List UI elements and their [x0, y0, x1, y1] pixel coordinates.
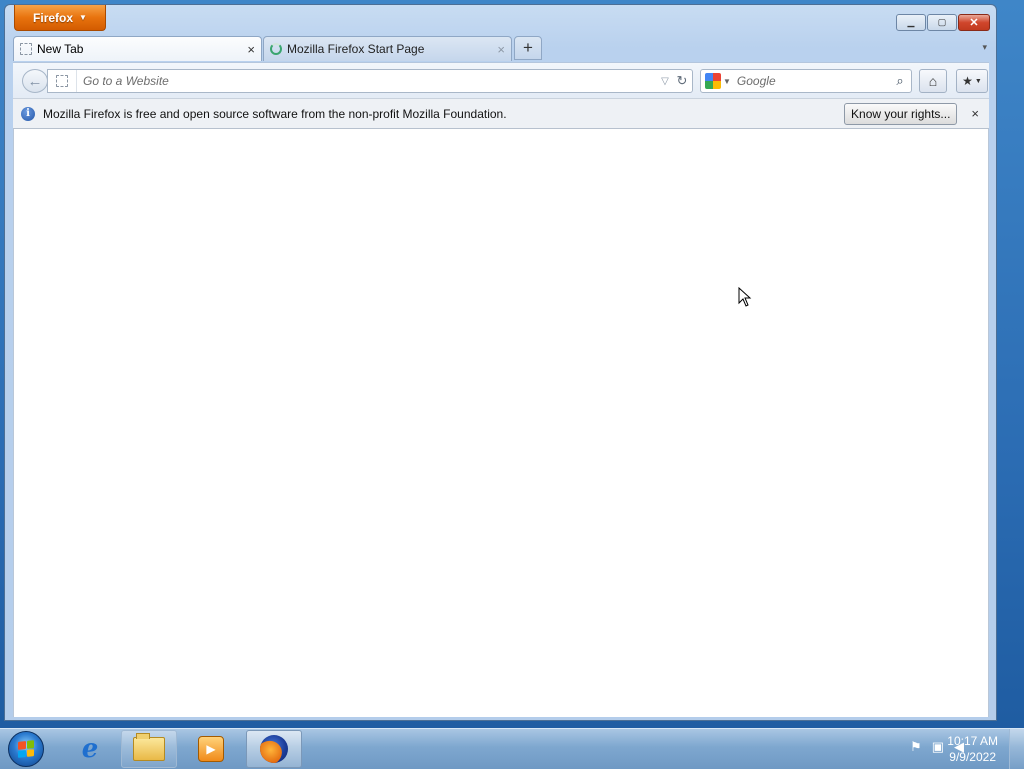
- window-controls: ▁ ▢ ✕: [896, 14, 990, 31]
- taskbar-firefox[interactable]: [246, 730, 302, 768]
- network-icon[interactable]: ▣: [932, 739, 944, 755]
- back-button[interactable]: ←: [22, 69, 48, 93]
- plus-icon: +: [523, 38, 533, 57]
- firefox-window: Firefox ▼ ▁ ▢ ✕ New Tab × Mozilla Firefo…: [4, 4, 997, 721]
- chevron-down-icon: ▼: [79, 13, 87, 22]
- chevron-down-icon: ▼: [974, 77, 982, 85]
- tab-close-icon[interactable]: ×: [497, 42, 505, 57]
- know-your-rights-label: Know your rights...: [851, 106, 951, 121]
- start-button[interactable]: [8, 731, 44, 767]
- taskbar-media-player[interactable]: ▶: [183, 730, 239, 768]
- search-input[interactable]: [734, 70, 889, 92]
- media-player-icon: ▶: [198, 736, 224, 762]
- internet-explorer-icon: e: [81, 734, 99, 764]
- search-icon[interactable]: ⌕: [889, 73, 911, 89]
- new-tab-button[interactable]: +: [514, 36, 542, 60]
- chevron-down-icon[interactable]: ▼: [723, 77, 731, 86]
- taskbar-windows-explorer[interactable]: [121, 730, 177, 768]
- search-bar[interactable]: ▼ ⌕: [700, 69, 912, 93]
- firefox-menu-label: Firefox: [33, 10, 74, 25]
- action-center-flag-icon[interactable]: ⚑: [910, 739, 922, 755]
- close-icon: ✕: [969, 17, 979, 29]
- clock-date: 9/9/2022: [949, 750, 996, 764]
- close-window-button[interactable]: ✕: [958, 14, 990, 31]
- firefox-icon: [260, 735, 288, 763]
- info-icon: i: [21, 106, 35, 121]
- page-content[interactable]: [13, 129, 989, 717]
- know-your-rights-button[interactable]: Know your rights...: [844, 102, 958, 125]
- url-bar[interactable]: ▽ ↻: [47, 69, 693, 93]
- maximize-button[interactable]: ▢: [927, 14, 957, 31]
- blank-page-icon: [56, 75, 68, 87]
- mouse-pointer-icon: [738, 287, 752, 307]
- bookmarks-button[interactable]: ★ ▼: [956, 69, 988, 93]
- minimize-button[interactable]: ▁: [896, 14, 926, 31]
- system-clock[interactable]: 10:17 AM 9/9/2022: [947, 733, 998, 765]
- taskbar-internet-explorer[interactable]: e: [62, 730, 118, 768]
- site-identity-button[interactable]: [48, 70, 77, 92]
- blank-page-icon: [20, 43, 32, 55]
- list-all-tabs-icon[interactable]: ▾: [982, 42, 987, 53]
- reload-icon[interactable]: ↻: [672, 73, 692, 89]
- notification-message: Mozilla Firefox is free and open source …: [43, 106, 507, 121]
- firefox-menu-button[interactable]: Firefox ▼: [14, 5, 106, 31]
- clock-time: 10:17 AM: [947, 734, 998, 748]
- tab-mozilla-start-page[interactable]: Mozilla Firefox Start Page ×: [263, 36, 512, 61]
- home-icon: ⌂: [928, 73, 938, 89]
- show-desktop-button[interactable]: [1009, 729, 1024, 769]
- url-input[interactable]: [77, 71, 658, 91]
- home-button[interactable]: ⌂: [919, 69, 947, 93]
- navigation-toolbar: ← ▽ ↻ ▼ ⌕ ⌂ ★ ▼: [13, 62, 989, 99]
- maximize-icon: ▢: [937, 17, 947, 27]
- tab-new-tab[interactable]: New Tab ×: [13, 36, 262, 61]
- tab-label: New Tab: [37, 42, 84, 56]
- loading-throbber-icon: [270, 43, 282, 55]
- minimize-icon: ▁: [907, 17, 915, 27]
- folder-icon: [133, 733, 165, 761]
- history-dropdown-icon[interactable]: ▽: [658, 76, 672, 87]
- google-icon[interactable]: [705, 73, 721, 89]
- back-arrow-icon: ←: [27, 72, 43, 90]
- bookmark-star-icon: ★: [962, 74, 973, 88]
- close-notification-icon[interactable]: ×: [971, 106, 979, 121]
- tab-close-icon[interactable]: ×: [247, 42, 255, 57]
- notification-bar: i Mozilla Firefox is free and open sourc…: [13, 98, 989, 129]
- taskbar: e ▶ ⚑ ▣ ◀ 10:17 AM 9/9/2022: [0, 728, 1024, 769]
- tab-label: Mozilla Firefox Start Page: [287, 42, 425, 56]
- windows-logo-icon: [18, 740, 34, 758]
- tab-strip: New Tab × Mozilla Firefox Start Page × +…: [13, 36, 989, 61]
